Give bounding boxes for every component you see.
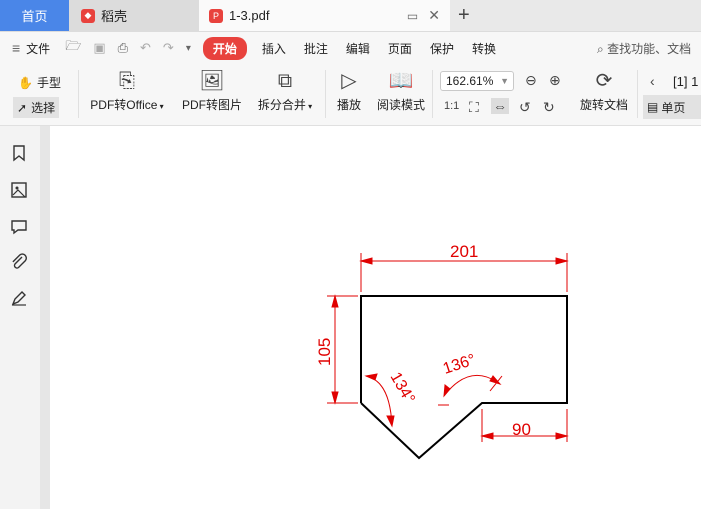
- bookmark-icon[interactable]: [10, 144, 28, 162]
- chevron-down-icon[interactable]: ▾: [180, 43, 197, 54]
- zoom-out-icon[interactable]: ⊖: [525, 72, 537, 89]
- document-page: 201 105 90 134° 136°: [50, 126, 701, 509]
- fit-page-icon[interactable]: ⛶: [469, 99, 479, 116]
- dimension-105-label: 105: [315, 338, 334, 366]
- screen-icon[interactable]: ▭: [407, 9, 418, 23]
- panel-divider: [40, 126, 50, 509]
- daoke-logo-icon: ◆: [81, 8, 95, 23]
- tab-daoke[interactable]: ◆ 稻壳: [69, 0, 199, 31]
- zoom-select[interactable]: 162.61% ▼: [440, 71, 514, 91]
- chevron-down-icon: ▼: [500, 76, 509, 86]
- book-icon: 📖: [388, 70, 414, 92]
- menu-protect[interactable]: 保护: [421, 40, 463, 57]
- rotate-document-label: 旋转文档: [579, 98, 628, 112]
- angle-136-label: 136°: [441, 351, 478, 377]
- search-icon: ⌕: [597, 42, 604, 56]
- menu-start[interactable]: 开始: [202, 36, 247, 60]
- attachment-icon[interactable]: [10, 253, 28, 271]
- angle-136: [438, 375, 503, 406]
- dimension-90-label: 90: [512, 420, 531, 439]
- play-button[interactable]: ▷ 播放: [333, 64, 365, 113]
- fit-width-icon[interactable]: ⇔: [491, 98, 509, 114]
- search-box[interactable]: ⌕ 查找功能、文档: [597, 40, 691, 57]
- hamburger-icon[interactable]: ≡: [0, 40, 26, 56]
- cursor-arrow-icon: ➚: [17, 100, 28, 115]
- single-page-button[interactable]: ▤ 单页: [643, 95, 701, 119]
- tab-home[interactable]: 首页: [0, 0, 69, 31]
- pdf-to-office-button[interactable]: ⎘ PDF转Office ▾: [88, 64, 166, 113]
- menu-bar: ≡ 文件 🗁 ▣ ⎙ ↶ ↷ ▾ 开始 插入 批注 编辑 页面 保护 转换 ⌕ …: [0, 32, 701, 64]
- signature-icon[interactable]: [10, 289, 28, 307]
- select-label: 选择: [31, 101, 56, 115]
- comment-icon[interactable]: [10, 218, 28, 236]
- play-icon: ▷: [341, 70, 357, 92]
- single-page-icon: ▤: [647, 100, 659, 114]
- image-icon: 🖼: [199, 70, 225, 92]
- tab-document-label: 1-3.pdf: [229, 8, 270, 23]
- read-mode-button[interactable]: 📖 阅读模式: [374, 64, 428, 113]
- menu-edit[interactable]: 编辑: [337, 40, 379, 57]
- tab-daoke-label: 稻壳: [101, 9, 128, 24]
- rotate-left-icon[interactable]: ↺: [519, 99, 531, 116]
- dimension-201-label: 201: [450, 242, 478, 261]
- single-page-label: 单页: [661, 100, 686, 115]
- save-icon[interactable]: ▣: [87, 40, 111, 56]
- tab-bar: 首页 ◆ 稻壳 P 1-3.pdf ▭ ✕ +: [0, 0, 701, 32]
- read-mode-label: 阅读模式: [376, 98, 425, 112]
- print-icon[interactable]: ⎙: [112, 40, 134, 56]
- close-icon[interactable]: ✕: [428, 7, 440, 24]
- pdf-to-image-label: PDF转图片: [181, 98, 242, 112]
- search-placeholder: 查找功能、文档: [607, 42, 692, 56]
- split-merge-button[interactable]: ⧉ 拆分合并 ▾: [255, 64, 315, 113]
- rotate-document-icon: ⟳: [595, 70, 613, 92]
- pdf-to-image-button[interactable]: 🖼 PDF转图片: [180, 64, 244, 113]
- open-folder-icon[interactable]: 🗁: [59, 37, 87, 59]
- page-indicator[interactable]: [1] 1: [673, 74, 698, 89]
- side-panel: [0, 126, 40, 509]
- zoom-value: 162.61%: [446, 74, 494, 88]
- redo-icon[interactable]: ↷: [157, 40, 180, 56]
- undo-icon[interactable]: ↶: [134, 40, 157, 56]
- angle-134-label: 134°: [387, 370, 418, 407]
- pdf-to-office-icon: ⎘: [119, 70, 135, 92]
- zoom-in-icon[interactable]: ⊕: [549, 72, 561, 89]
- rotate-right-icon[interactable]: ↻: [543, 99, 555, 116]
- tab-document[interactable]: P 1-3.pdf ▭ ✕: [199, 0, 450, 31]
- menu-insert[interactable]: 插入: [253, 40, 295, 57]
- rotate-document-button[interactable]: ⟳ 旋转文档: [577, 64, 631, 113]
- split-merge-label: 拆分合并: [257, 98, 306, 112]
- ribbon-toolbar: ✋ 手型 ➚ 选择 ⎘ PDF转Office ▾ 🖼 PDF转图片 ⧉ 拆分合并…: [0, 64, 701, 126]
- pdf-file-icon: P: [209, 8, 223, 23]
- menu-convert[interactable]: 转换: [463, 40, 505, 57]
- new-tab-button[interactable]: +: [458, 4, 470, 27]
- hand-tool-button[interactable]: ✋ 手型: [18, 74, 61, 91]
- menu-annotate[interactable]: 批注: [295, 40, 337, 57]
- pdf-to-office-label: PDF转Office: [90, 98, 158, 112]
- select-tool-button[interactable]: ➚ 选择: [13, 97, 60, 118]
- split-merge-icon: ⧉: [277, 70, 293, 92]
- hand-label: 手型: [36, 76, 61, 90]
- cad-drawing: 201 105 90 134° 136°: [315, 242, 569, 460]
- menu-file[interactable]: 文件: [26, 40, 59, 57]
- tab-home-label: 首页: [21, 9, 48, 24]
- play-label: 播放: [336, 98, 361, 112]
- menu-page[interactable]: 页面: [379, 40, 421, 57]
- hand-icon: ✋: [18, 75, 33, 90]
- thumbnail-icon[interactable]: [10, 181, 28, 199]
- previous-page-icon[interactable]: ‹: [650, 73, 655, 89]
- actual-size-icon[interactable]: 1:1: [444, 100, 459, 112]
